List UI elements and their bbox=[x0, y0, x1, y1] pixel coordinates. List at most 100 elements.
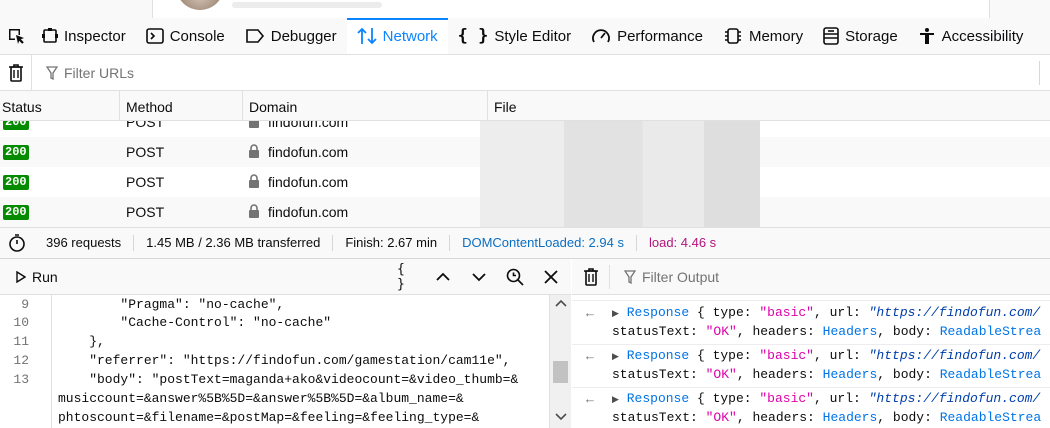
tab-memory[interactable]: Memory bbox=[713, 18, 813, 54]
tab-debugger-label: Debugger bbox=[270, 27, 337, 45]
lock-icon bbox=[249, 204, 259, 218]
pretty-print-button[interactable]: { } bbox=[397, 262, 417, 292]
load-time: load: 4.46 s bbox=[648, 235, 717, 250]
object-type: Response bbox=[626, 305, 690, 320]
table-row[interactable]: 200 POST findofun.com bbox=[0, 137, 1050, 167]
chevron-down-icon bbox=[472, 273, 486, 282]
clear-requests-button[interactable] bbox=[0, 55, 32, 90]
code-line-text: musiccount=&answer%5B%5D=&answer%5B%5D=&… bbox=[58, 391, 464, 406]
filter-icon bbox=[46, 65, 58, 80]
line-number: 12 bbox=[13, 353, 29, 368]
line-number: 9 bbox=[21, 297, 29, 312]
tab-console-label: Console bbox=[169, 27, 225, 45]
element-picker-button[interactable] bbox=[0, 18, 32, 54]
scroll-up-icon[interactable] bbox=[555, 299, 567, 307]
filter-output-input[interactable]: Filter Output bbox=[610, 269, 719, 285]
result-arrow-icon: ← bbox=[586, 306, 594, 321]
request-method: POST bbox=[126, 144, 165, 160]
requests-table-header: Status Method Domain File bbox=[0, 91, 1050, 121]
editor-scrollbar[interactable] bbox=[549, 295, 571, 428]
response-body: ReadableStrea bbox=[939, 324, 1042, 339]
response-body: ReadableStrea bbox=[939, 367, 1042, 382]
tab-storage[interactable]: Storage bbox=[813, 18, 908, 54]
column-header-file[interactable]: File bbox=[492, 91, 517, 121]
column-header-method[interactable]: Method bbox=[124, 91, 173, 121]
performance-icon bbox=[592, 29, 610, 43]
response-type: "basic" bbox=[759, 305, 814, 320]
response-url: "https://findofun.com/ bbox=[868, 348, 1041, 363]
column-divider[interactable] bbox=[119, 91, 120, 121]
reverse-search-button[interactable] bbox=[505, 267, 525, 287]
response-headers: Headers bbox=[822, 410, 878, 425]
request-method: POST bbox=[126, 174, 165, 190]
column-header-status[interactable]: Status bbox=[0, 91, 42, 121]
console-message[interactable]: ← ▶ Response { type: "basic", url: "http… bbox=[572, 345, 1050, 388]
table-row[interactable]: 200 POST findofun.com bbox=[0, 167, 1050, 197]
code-line-text: "Cache-Control": "no-cache" bbox=[58, 315, 332, 330]
tab-accessibility[interactable]: Accessibility bbox=[908, 18, 1034, 54]
result-arrow-icon: ← bbox=[586, 349, 594, 364]
response-headers: Headers bbox=[822, 367, 878, 382]
code-line-text: "body": "postText=maganda+ako&videocount… bbox=[58, 372, 519, 387]
tab-performance[interactable]: Performance bbox=[581, 18, 713, 54]
code-line-text: "Pragma": "no-cache", bbox=[58, 297, 285, 312]
tab-console[interactable]: Console bbox=[136, 18, 235, 54]
console-message[interactable]: ← ▶ Response { type: "basic", url: "http… bbox=[572, 388, 1050, 428]
network-summary-bar: 396 requests 1.45 MB / 2.36 MB transferr… bbox=[0, 227, 1050, 259]
finish-time: Finish: 2.67 min bbox=[333, 235, 451, 251]
console-output-pane: Filter Output ← ▶ Response { type: "basi… bbox=[572, 259, 1050, 428]
request-file-redacted bbox=[480, 197, 760, 227]
tab-style-editor[interactable]: { } Style Editor bbox=[448, 18, 581, 54]
request-file-redacted bbox=[480, 167, 760, 197]
filter-urls-input[interactable]: Filter URLs bbox=[32, 65, 134, 81]
stopwatch-icon bbox=[9, 234, 25, 252]
response-url: "https://findofun.com/ bbox=[868, 305, 1041, 320]
code-line-text: "referrer": "https://findofun.com/gamest… bbox=[58, 353, 511, 368]
response-status-text: "OK" bbox=[705, 410, 737, 425]
tab-network[interactable]: Network bbox=[346, 18, 448, 54]
code-line: musiccount=&answer%5B%5D=&answer%5B%5D=&… bbox=[0, 389, 464, 408]
column-divider[interactable] bbox=[487, 91, 488, 121]
close-icon bbox=[544, 270, 558, 284]
scroll-down-icon[interactable] bbox=[555, 413, 567, 421]
tab-inspector[interactable]: Inspector bbox=[32, 18, 136, 54]
run-label: Run bbox=[32, 268, 58, 285]
tab-debugger[interactable]: Debugger bbox=[235, 18, 347, 54]
lock-icon bbox=[249, 121, 259, 128]
filter-icon bbox=[624, 269, 636, 284]
tab-network-label: Network bbox=[382, 27, 438, 45]
expand-icon[interactable]: ▶ bbox=[612, 395, 619, 405]
toolbar-divider bbox=[1039, 61, 1040, 85]
domcontentloaded-time: DOMContentLoaded: 2.94 s bbox=[450, 235, 637, 251]
performance-analysis-button[interactable] bbox=[0, 234, 34, 252]
response-body: ReadableStrea bbox=[939, 410, 1042, 425]
scrollbar-thumb[interactable] bbox=[553, 361, 568, 383]
console-editor-pane: Run { } 9 "Pragma": "no-cache", 10 "Cach… bbox=[0, 259, 571, 428]
debugger-icon bbox=[245, 29, 264, 43]
code-line: 10 "Cache-Control": "no-cache" bbox=[0, 313, 331, 332]
request-file-redacted bbox=[480, 137, 760, 167]
clear-console-button[interactable] bbox=[572, 264, 610, 289]
expand-icon[interactable]: ▶ bbox=[612, 352, 619, 362]
column-divider[interactable] bbox=[242, 91, 243, 121]
table-row[interactable]: 200 POST findofun.com bbox=[0, 197, 1050, 227]
line-number: 10 bbox=[13, 315, 29, 330]
code-editor[interactable]: 9 "Pragma": "no-cache", 10 "Cache-Contro… bbox=[0, 295, 549, 428]
column-header-domain[interactable]: Domain bbox=[247, 91, 297, 121]
request-domain: findofun.com bbox=[268, 174, 349, 190]
network-filter-bar: Filter URLs bbox=[0, 55, 1050, 91]
history-down-button[interactable] bbox=[469, 267, 489, 287]
expand-icon[interactable]: ▶ bbox=[612, 309, 619, 319]
close-editor-button[interactable] bbox=[541, 267, 561, 287]
code-line-text: }, bbox=[58, 334, 105, 349]
console-toolbar: Filter Output bbox=[572, 259, 1050, 295]
accessibility-icon bbox=[919, 28, 934, 44]
object-type: Response bbox=[626, 391, 690, 406]
result-arrow-icon: ← bbox=[586, 392, 594, 407]
table-row[interactable]: 200 POST findofun.com bbox=[0, 121, 1050, 137]
run-button[interactable]: Run bbox=[16, 269, 58, 285]
history-up-button[interactable] bbox=[433, 267, 453, 287]
tab-style-editor-label: Style Editor bbox=[494, 27, 572, 45]
storage-icon bbox=[823, 27, 839, 45]
console-message[interactable]: ← ▶ Response { type: "basic", url: "http… bbox=[572, 302, 1050, 345]
